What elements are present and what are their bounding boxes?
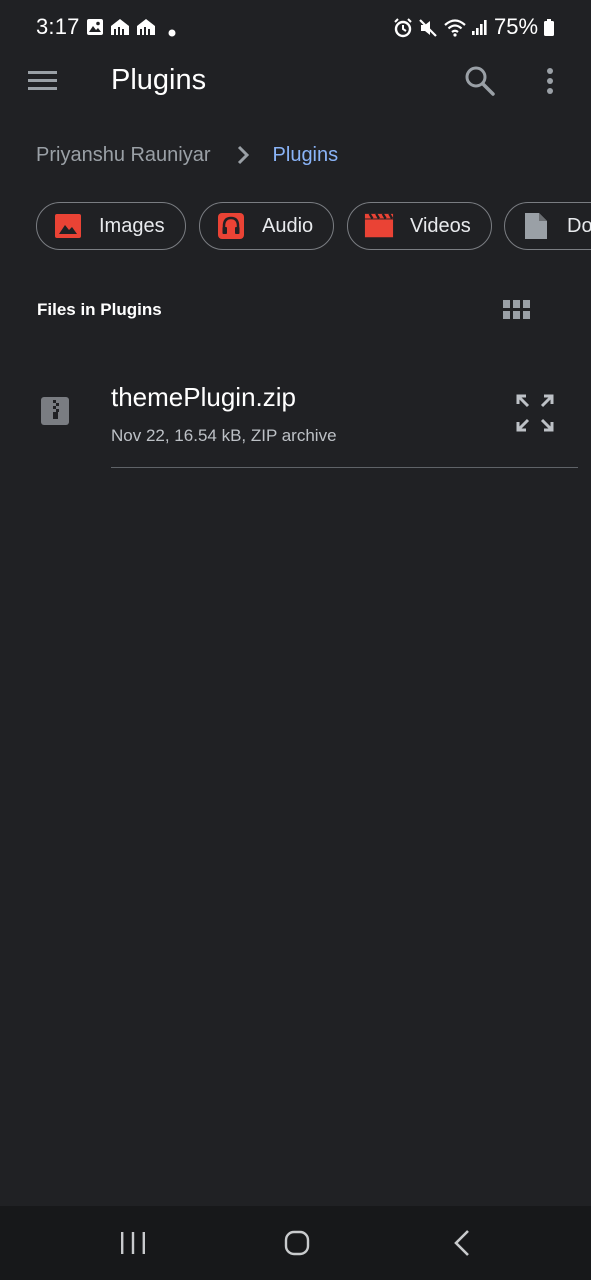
signal-icon	[471, 18, 489, 41]
movie-icon	[364, 211, 394, 241]
search-button[interactable]	[461, 62, 499, 100]
app-bar: Plugins	[0, 56, 591, 106]
open-preview-button[interactable]	[514, 392, 556, 434]
home-icon	[280, 1230, 314, 1262]
alarm-icon	[393, 18, 413, 43]
file-name: themePlugin.zip	[111, 382, 296, 412]
more-options-button[interactable]	[536, 62, 564, 100]
status-bar: 3:17 75%	[0, 0, 591, 56]
home-button[interactable]	[280, 1228, 314, 1258]
battery-percentage: 75%	[494, 14, 539, 39]
chip-audio[interactable]: Audio	[199, 202, 334, 250]
category-chips: Images Audio Videos Do	[36, 202, 591, 252]
breadcrumb-root[interactable]: Priyanshu Rauniyar	[36, 144, 211, 167]
system-nav-bar	[0, 1206, 591, 1280]
grid-view-icon	[502, 300, 532, 326]
zip-file-icon	[40, 396, 70, 426]
network-icon	[110, 18, 130, 41]
battery-icon	[543, 19, 555, 42]
mute-icon	[418, 18, 438, 43]
page-title: Plugins	[111, 64, 207, 96]
search-icon	[461, 66, 499, 104]
chip-images[interactable]: Images	[36, 202, 186, 250]
document-icon	[521, 211, 551, 241]
menu-button[interactable]	[24, 64, 64, 98]
dot-icon	[168, 24, 176, 42]
chip-label: Do	[567, 214, 591, 237]
hamburger-menu-icon	[24, 71, 58, 102]
expand-icon	[514, 394, 556, 438]
recent-apps-icon	[116, 1232, 150, 1262]
divider	[111, 467, 578, 468]
status-time: 3:17	[36, 14, 80, 39]
recent-apps-button[interactable]	[116, 1228, 150, 1258]
breadcrumb: Priyanshu Rauniyar Plugins	[36, 140, 338, 170]
screen: 3:17 75% Plugins Priyanshu Rauniyar Plug…	[0, 0, 591, 1280]
chip-label: Audio	[262, 214, 314, 237]
section-title: Files in Plugins	[37, 300, 162, 319]
headphones-icon	[216, 211, 246, 241]
file-row[interactable]: themePlugin.zip Nov 22, 16.54 kB, ZIP ar…	[0, 370, 591, 468]
chip-videos[interactable]: Videos	[347, 202, 492, 250]
network-icon	[136, 18, 156, 41]
breadcrumb-current[interactable]: Plugins	[273, 144, 339, 167]
chip-documents[interactable]: Do	[504, 202, 591, 250]
chip-label: Videos	[410, 214, 471, 237]
back-icon	[446, 1230, 480, 1262]
image-icon	[53, 211, 83, 241]
wifi-icon	[443, 18, 467, 43]
back-button[interactable]	[446, 1228, 480, 1258]
chevron-right-icon	[233, 144, 253, 166]
gallery-icon	[86, 18, 104, 41]
more-vert-icon	[536, 68, 564, 104]
file-meta: Nov 22, 16.54 kB, ZIP archive	[111, 426, 337, 445]
chip-label: Images	[99, 214, 165, 237]
grid-view-button[interactable]	[502, 298, 532, 322]
